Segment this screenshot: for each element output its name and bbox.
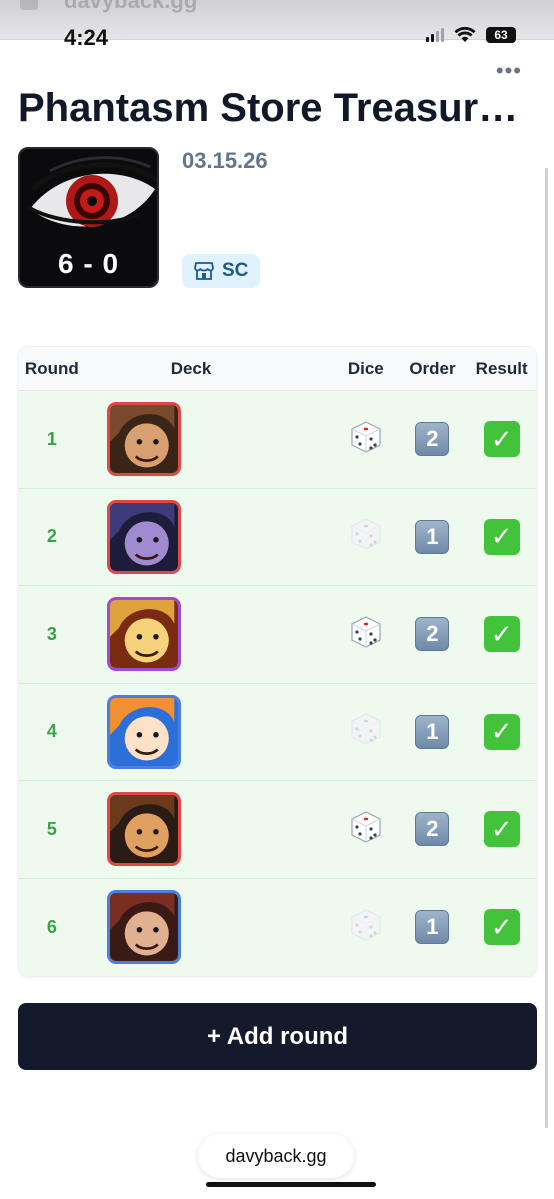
order-cell: 2 xyxy=(398,812,468,847)
col-header-dice: Dice xyxy=(347,358,384,378)
round-number: 6 xyxy=(46,916,57,937)
col-header-deck: Deck xyxy=(170,358,212,378)
table-body: 1 2 ✓ 2 1 ✓ 3 2 ✓ 4 1 ✓ 5 2 ✓ 6 1 ✓ xyxy=(19,391,536,976)
dice-cell xyxy=(334,420,398,459)
col-header-order: Order xyxy=(409,358,456,378)
deck-cell xyxy=(85,890,334,965)
dice-cell xyxy=(334,517,398,556)
win-check-icon: ✓ xyxy=(483,909,520,946)
dice-icon xyxy=(351,616,381,648)
add-round-button[interactable]: + Add round xyxy=(18,1003,537,1070)
browser-site-title: davyback.gg xyxy=(20,0,197,14)
win-check-icon: ✓ xyxy=(483,713,520,750)
deck-cell xyxy=(85,694,334,769)
order-badge: 2 xyxy=(415,617,450,652)
url-bar[interactable]: davyback.gg xyxy=(198,1134,354,1178)
result-cell: ✓ xyxy=(467,909,536,946)
win-check-icon: ✓ xyxy=(483,811,520,848)
round-cell: 1 xyxy=(19,429,85,450)
store-badge[interactable]: SC xyxy=(182,254,261,288)
deck-cell xyxy=(85,792,334,867)
deck-leader-avatar[interactable] xyxy=(106,694,181,769)
table-row[interactable]: 2 1 ✓ xyxy=(19,488,536,586)
dice-icon xyxy=(351,421,381,453)
page-title: Phantasm Store Treasur… xyxy=(18,86,519,130)
order-badge: 2 xyxy=(415,812,450,847)
order-badge: 1 xyxy=(415,910,450,945)
win-check-icon: ✓ xyxy=(483,421,520,458)
round-cell: 3 xyxy=(19,624,85,645)
col-header-result: Result xyxy=(475,358,528,378)
table-row[interactable]: 4 1 ✓ xyxy=(19,683,536,781)
round-cell: 4 xyxy=(19,721,85,742)
result-cell: ✓ xyxy=(467,616,536,653)
dice-cell xyxy=(334,810,398,849)
order-cell: 2 xyxy=(398,422,468,457)
table-row[interactable]: 3 2 ✓ xyxy=(19,586,536,684)
order-cell: 1 xyxy=(398,910,468,945)
round-cell: 2 xyxy=(19,526,85,547)
store-icon xyxy=(194,262,214,280)
deck-leader-avatar[interactable] xyxy=(106,792,181,867)
round-number: 2 xyxy=(46,526,57,547)
scrollbar[interactable] xyxy=(545,168,548,1128)
result-cell: ✓ xyxy=(467,518,536,555)
deck-leader-avatar[interactable] xyxy=(106,499,181,574)
order-cell: 2 xyxy=(398,617,468,652)
round-number: 1 xyxy=(46,428,57,449)
result-cell: ✓ xyxy=(467,421,536,458)
order-cell: 1 xyxy=(398,519,468,554)
store-badge-label: SC xyxy=(222,260,249,281)
col-header-round: Round xyxy=(24,358,79,378)
wifi-icon xyxy=(454,27,476,42)
round-cell: 6 xyxy=(19,917,85,938)
table-row[interactable]: 6 1 ✓ xyxy=(19,878,536,976)
clock: 4:24 xyxy=(64,25,109,50)
dice-icon xyxy=(351,713,381,745)
deck-cell xyxy=(85,597,334,672)
status-bar: davyback.gg 4:24 63 xyxy=(0,0,554,50)
rounds-table: Round Deck Dice Order Result 1 2 ✓ 2 1 ✓… xyxy=(18,346,537,977)
round-cell: 5 xyxy=(19,819,85,840)
win-check-icon: ✓ xyxy=(483,616,520,653)
dice-cell xyxy=(334,908,398,947)
order-badge: 1 xyxy=(415,714,450,749)
eye-artwork-icon xyxy=(20,149,157,259)
record-score: 6 - 0 xyxy=(57,248,120,279)
round-number: 3 xyxy=(46,623,57,644)
result-cell: ✓ xyxy=(467,811,536,848)
deck-leader-avatar[interactable] xyxy=(106,890,181,965)
deck-cell xyxy=(85,499,334,574)
system-icons: 63 xyxy=(426,27,516,43)
deck-cell xyxy=(85,402,334,477)
cell-signal-icon xyxy=(426,28,444,42)
round-number: 5 xyxy=(46,818,57,839)
table-header: Round Deck Dice Order Result xyxy=(19,347,536,391)
result-cell: ✓ xyxy=(467,713,536,750)
table-row[interactable]: 5 2 ✓ xyxy=(19,781,536,879)
dice-icon xyxy=(351,811,381,843)
deck-leader-avatar[interactable] xyxy=(106,402,181,477)
dice-cell xyxy=(334,615,398,654)
tournament-cover-image: 6 - 0 xyxy=(18,147,159,288)
deck-leader-avatar[interactable] xyxy=(106,597,181,672)
dice-cell xyxy=(334,712,398,751)
home-indicator[interactable] xyxy=(206,1182,376,1187)
table-row[interactable]: 1 2 ✓ xyxy=(19,391,536,489)
event-date: 03.15.26 xyxy=(182,148,268,173)
order-badge: 2 xyxy=(415,422,450,457)
order-cell: 1 xyxy=(398,714,468,749)
dice-icon xyxy=(351,909,381,941)
dice-icon xyxy=(351,518,381,550)
more-options-icon[interactable]: ••• xyxy=(496,58,522,84)
battery-icon: 63 xyxy=(486,27,516,43)
round-number: 4 xyxy=(46,721,57,742)
win-check-icon: ✓ xyxy=(483,518,520,555)
order-badge: 1 xyxy=(415,519,450,554)
